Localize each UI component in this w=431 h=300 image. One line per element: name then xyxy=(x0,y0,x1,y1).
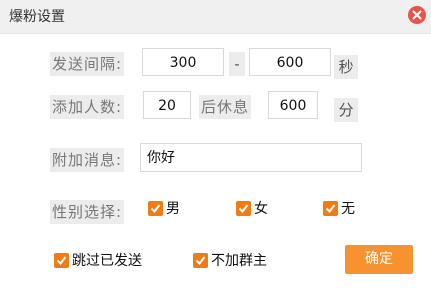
range-separator: - xyxy=(229,52,245,76)
seconds-unit-label: 秒 xyxy=(334,55,358,79)
gender-label: 性别选择: xyxy=(50,200,125,224)
gender-none-checkbox[interactable]: 无 xyxy=(323,200,363,218)
no-group-owner-checkbox[interactable]: 不加群主 xyxy=(193,252,283,270)
skip-sent-label: 跳过已发送 xyxy=(72,253,142,269)
attach-message-label: 附加消息: xyxy=(50,148,125,172)
send-interval-max-input[interactable]: 600 xyxy=(249,48,331,76)
gender-male-label: 男 xyxy=(166,201,180,217)
checkmark-icon xyxy=(54,253,69,268)
gender-male-checkbox[interactable]: 男 xyxy=(148,200,188,218)
minutes-unit-label: 分 xyxy=(334,98,358,122)
checkmark-icon xyxy=(193,253,208,268)
attach-message-input[interactable]: 你好 xyxy=(140,143,362,172)
add-count-label: 添加人数: xyxy=(50,95,125,119)
window-title: 爆粉设置 xyxy=(9,9,65,25)
rest-minutes-input[interactable]: 600 xyxy=(268,91,318,119)
gender-female-label: 女 xyxy=(254,201,268,217)
rest-after-label: 后休息 xyxy=(199,95,252,119)
checkmark-icon xyxy=(148,201,163,216)
skip-sent-checkbox[interactable]: 跳过已发送 xyxy=(54,252,154,270)
send-interval-label: 发送间隔: xyxy=(50,52,125,76)
checkmark-icon xyxy=(236,201,251,216)
title-bar: 爆粉设置 xyxy=(0,0,431,34)
gender-female-checkbox[interactable]: 女 xyxy=(236,200,276,218)
close-button[interactable] xyxy=(408,6,426,24)
no-group-owner-label: 不加群主 xyxy=(211,253,267,269)
confirm-button[interactable]: 确定 xyxy=(345,245,413,274)
close-icon xyxy=(412,10,422,20)
gender-none-label: 无 xyxy=(341,201,355,217)
add-count-input[interactable]: 20 xyxy=(143,91,191,119)
send-interval-min-input[interactable]: 300 xyxy=(142,48,224,76)
checkmark-icon xyxy=(323,201,338,216)
